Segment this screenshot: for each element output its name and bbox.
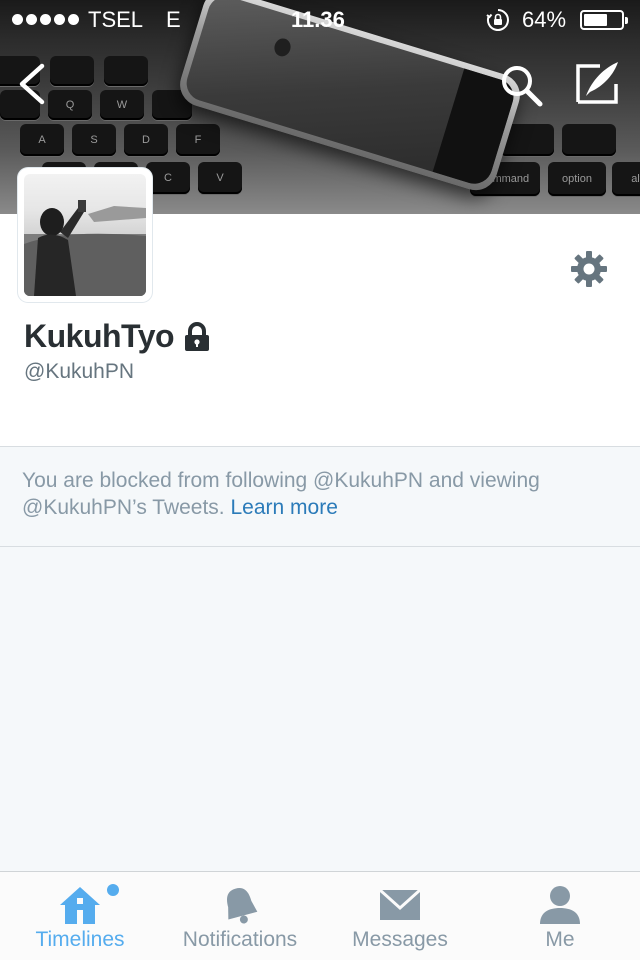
compose-icon[interactable] [572, 58, 622, 108]
tab-me[interactable]: Me [480, 872, 640, 960]
banner-key: alt [612, 162, 640, 196]
bell-icon [227, 888, 258, 924]
tab-notifications[interactable]: Notifications [160, 872, 320, 960]
search-icon[interactable] [498, 62, 544, 108]
battery-level [584, 14, 608, 26]
battery-percent: 64% [522, 7, 567, 32]
banner-key: F [176, 124, 220, 156]
tab-label: Timelines [35, 928, 125, 951]
avatar-image [24, 174, 146, 296]
banner-key: A [20, 124, 64, 156]
home-icon [60, 887, 100, 924]
tab-label: Messages [352, 928, 448, 951]
battery-icon [580, 10, 628, 30]
profile-name-row: KukuhTyo [24, 318, 210, 355]
person-icon [540, 886, 580, 924]
banner-key: Q [48, 90, 92, 120]
avatar[interactable] [18, 168, 152, 302]
banner-key: S [72, 124, 116, 156]
learn-more-link[interactable]: Learn more [230, 496, 337, 519]
rotation-lock-icon [486, 9, 509, 31]
network-type: E [166, 7, 181, 32]
tab-bar: Timelines Notifications Messages Me [0, 871, 640, 960]
banner-key: V [198, 162, 242, 194]
back-icon[interactable] [14, 62, 50, 106]
blocked-notice: You are blocked from following @KukuhPN … [0, 447, 640, 546]
tab-label: Me [545, 928, 575, 951]
new-content-dot [107, 884, 119, 896]
tab-label: Notifications [182, 928, 298, 951]
status-bar: TSEL E 11.36 64% [0, 0, 640, 40]
banner-key [50, 56, 94, 86]
banner-key [562, 124, 616, 156]
gear-icon[interactable] [570, 250, 608, 288]
profile-handle: @KukuhPN [24, 360, 135, 383]
signal-strength-icon [12, 14, 79, 25]
banner-key: D [124, 124, 168, 156]
clock: 11.36 [291, 7, 345, 32]
empty-content-area [0, 547, 640, 871]
banner-key: option [548, 162, 606, 196]
lock-icon [185, 321, 210, 351]
carrier-name: TSEL [88, 7, 144, 32]
banner-key [104, 56, 148, 86]
tab-messages[interactable]: Messages [320, 872, 480, 960]
banner-key: C [146, 162, 190, 194]
tab-timelines[interactable]: Timelines [0, 872, 160, 960]
envelope-icon [378, 888, 422, 920]
banner-key: W [100, 90, 144, 120]
profile-name: KukuhTyo [24, 318, 175, 354]
blocked-notice-text-block: You are blocked from following @KukuhPN … [22, 467, 622, 521]
